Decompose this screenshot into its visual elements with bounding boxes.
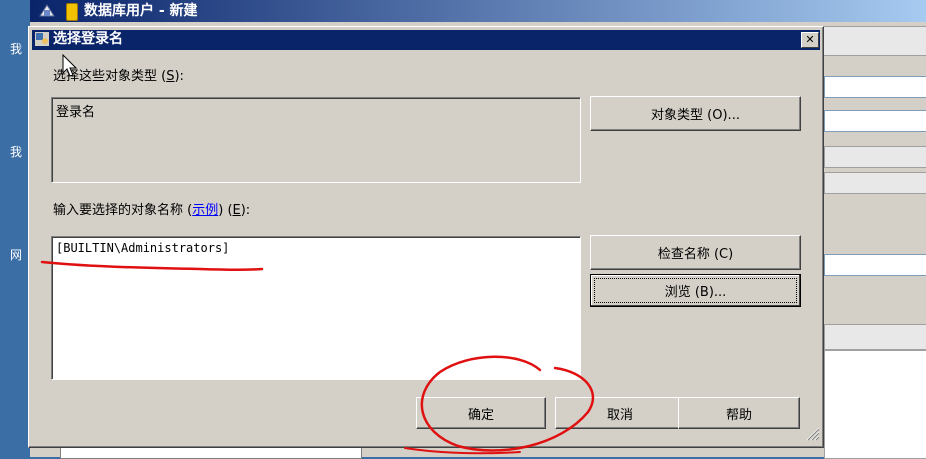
dialog-titlebar (32, 30, 820, 50)
desktop-icon-label: 我 (10, 145, 23, 159)
database-user-icon (39, 4, 55, 17)
parent-field[interactable] (824, 254, 926, 276)
object-types-value: 登录名 (56, 105, 96, 120)
cancel-button[interactable]: 取消 (555, 397, 685, 429)
parent-toolbar (822, 26, 926, 56)
desktop-icon-label: 网 (10, 248, 23, 262)
object-names-input[interactable]: [BUILTIN\Administrators] (51, 236, 581, 380)
select-user-icon (35, 32, 49, 46)
resize-grip-icon[interactable] (804, 425, 820, 441)
browse-button[interactable]: 浏览 (B)... (590, 274, 801, 307)
dialog-title: 选择登录名 (53, 31, 123, 47)
close-button[interactable]: ✕ (801, 32, 819, 48)
parent-window-title: 数据库用户 - 新建 (84, 3, 198, 19)
examples-link[interactable]: 示例 (192, 203, 218, 218)
parent-field[interactable] (824, 172, 926, 194)
object-names-label: 输入要选择的对象名称 (示例) (E): (53, 203, 251, 218)
parent-field[interactable] (824, 110, 926, 132)
desktop-icon-label: 我 (10, 42, 23, 56)
help-button[interactable]: 帮助 (678, 397, 800, 429)
ok-button[interactable]: 确定 (416, 397, 546, 429)
parent-field[interactable] (824, 76, 926, 98)
object-types-label: 选择这些对象类型 (S): (53, 69, 184, 84)
object-types-button[interactable]: 对象类型 (O)... (590, 96, 801, 131)
parent-field[interactable] (824, 146, 926, 168)
object-names-value: [BUILTIN\Administrators] (56, 241, 230, 255)
object-types-box: 登录名 (51, 97, 581, 183)
parent-field[interactable] (824, 324, 926, 350)
database-icon (66, 3, 78, 21)
select-login-dialog: 选择登录名 ✕ 选择这些对象类型 (S): 登录名 对象类型 (O)... 输入… (28, 26, 824, 448)
parent-list[interactable] (824, 350, 926, 459)
check-names-button[interactable]: 检查名称 (C) (590, 235, 801, 270)
